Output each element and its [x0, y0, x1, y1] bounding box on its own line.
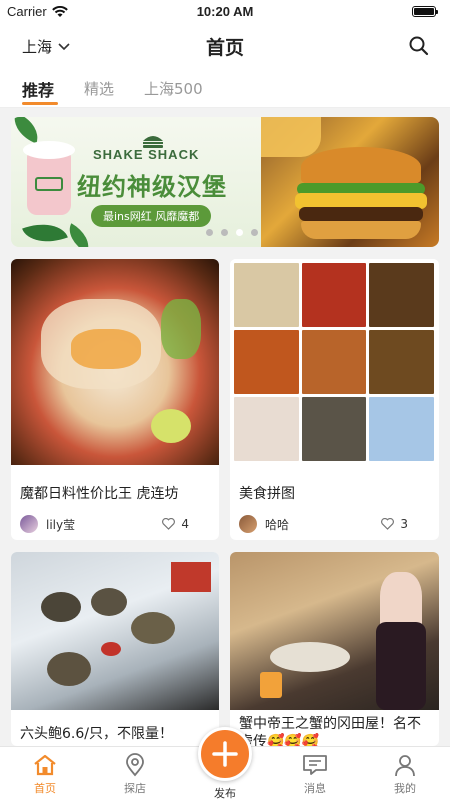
like-count: 3 — [400, 517, 408, 531]
burger-bun-bottom — [301, 221, 421, 239]
banner-tagline: 最ins网红 风靡魔都 — [91, 205, 212, 227]
banner-pagination — [206, 229, 258, 236]
page-dot-active[interactable] — [236, 229, 243, 236]
plus-icon — [212, 741, 238, 767]
heart-icon — [381, 518, 395, 530]
home-icon — [34, 754, 56, 776]
brand-name: SHAKE SHACK — [93, 147, 200, 162]
avatar — [239, 515, 257, 533]
post-card[interactable]: 魔都日料性价比王 虎连坊 lily莹 4 — [11, 259, 219, 540]
burger-photo — [261, 117, 439, 247]
fries — [261, 117, 321, 157]
page-dot[interactable] — [206, 229, 213, 236]
tab-label: 探店 — [124, 782, 146, 795]
sashimi-photo — [11, 259, 219, 465]
tab-profile[interactable]: 我的 — [375, 753, 435, 796]
post-title: 六头鲍6.6/只，不限量！ — [20, 726, 173, 742]
like-button[interactable]: 3 — [381, 517, 408, 531]
category-tabs: 推荐 精选 上海500 — [0, 68, 450, 108]
tab-explore[interactable]: 探店 — [105, 753, 165, 796]
post-title-line: 蟹中帝王之蟹的冈田屋！名不 — [239, 716, 421, 732]
banner-headline: 纽约神级汉堡 — [77, 173, 227, 201]
publish-button[interactable] — [198, 727, 252, 781]
patty — [299, 207, 423, 221]
page-dot[interactable] — [221, 229, 228, 236]
search-icon[interactable] — [408, 35, 430, 57]
restaurant-photo — [230, 552, 439, 710]
post-card[interactable]: 蟹中帝王之蟹的冈田屋！名不 虚传🥰🥰🥰 — [230, 552, 439, 746]
message-icon — [303, 755, 327, 775]
author-name: lily莹 — [46, 517, 76, 532]
tab-recommend[interactable]: 推荐 — [22, 77, 54, 101]
avatar — [20, 515, 38, 533]
burger-bun-top — [301, 147, 421, 187]
post-title-line: 虚传🥰🥰🥰 — [239, 734, 320, 746]
tab-messages[interactable]: 消息 — [285, 753, 345, 796]
abalone-photo — [11, 552, 219, 710]
photo-collage — [230, 259, 438, 465]
post-author[interactable]: lily莹 — [20, 515, 75, 533]
publish-label: 发布 — [214, 787, 236, 800]
post-title: 美食拼图 — [239, 486, 295, 502]
tab-label: 首页 — [34, 782, 56, 795]
like-button[interactable]: 4 — [162, 517, 189, 531]
page-dot[interactable] — [251, 229, 258, 236]
user-icon — [395, 755, 415, 777]
post-title: 蟹中帝王之蟹的冈田屋！名不 虚传🥰🥰🥰 — [239, 715, 421, 746]
heart-icon — [162, 518, 176, 530]
milkshake-image — [23, 141, 75, 215]
status-bar: Carrier 10:20 AM — [0, 0, 450, 24]
status-time: 10:20 AM — [196, 4, 254, 19]
post-title: 魔都日料性价比王 虎连坊 — [20, 486, 179, 502]
page-title: 首页 — [205, 37, 244, 59]
active-tab-indicator — [22, 102, 58, 105]
tab-label: 我的 — [394, 782, 416, 795]
post-card[interactable]: 六头鲍6.6/只，不限量！ — [11, 552, 219, 746]
promo-banner[interactable]: SHAKE SHACK 纽约神级汉堡 最ins网红 风靡魔都 — [11, 117, 439, 247]
tab-shanghai500[interactable]: 上海500 — [144, 78, 203, 99]
post-card[interactable]: 美食拼图 哈哈 3 — [230, 259, 439, 540]
post-author[interactable]: 哈哈 — [239, 515, 289, 533]
like-count: 4 — [181, 517, 189, 531]
tab-home[interactable]: 首页 — [15, 753, 75, 796]
nav-bar: 上海 首页 — [0, 24, 450, 68]
author-name: 哈哈 — [265, 517, 290, 532]
battery-icon — [412, 6, 438, 17]
tab-featured[interactable]: 精选 — [84, 78, 114, 99]
location-pin-icon — [126, 753, 144, 777]
tab-label: 消息 — [304, 782, 326, 795]
